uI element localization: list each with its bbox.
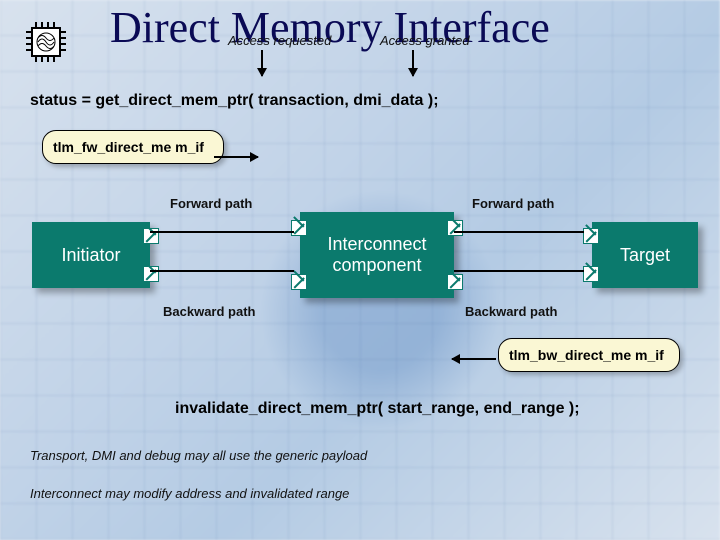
port-icon (447, 274, 463, 290)
line-fw-right (454, 231, 584, 233)
chip-icon (22, 18, 70, 66)
port-icon (447, 220, 463, 236)
arrow-down-granted (412, 50, 414, 76)
arrow-bw-callout (452, 358, 496, 360)
port-icon (583, 228, 599, 244)
port-icon (291, 274, 307, 290)
line-fw-left (150, 231, 294, 233)
node-target-label: Target (620, 245, 670, 266)
node-target: Target (592, 222, 698, 288)
node-interconnect: Interconnect component (300, 212, 454, 298)
port-icon (583, 266, 599, 282)
slide-content: Direct Memory Interface Access requested… (0, 0, 720, 540)
node-initiator: Initiator (32, 222, 150, 288)
arrow-fw-callout (214, 156, 258, 158)
code-status-line: status = get_direct_mem_ptr( transaction… (30, 92, 439, 110)
node-interconnect-line2: component (332, 255, 421, 276)
label-access-requested: Access requested (228, 33, 331, 48)
node-initiator-label: Initiator (61, 245, 120, 266)
node-interconnect-line1: Interconnect (327, 234, 426, 255)
port-icon (291, 220, 307, 236)
callout-bw-text: tlm_bw_direct_me m_if (509, 347, 664, 363)
note-interconnect: Interconnect may modify address and inva… (30, 486, 349, 501)
label-forward-left: Forward path (170, 196, 252, 211)
callout-tlm-bw: tlm_bw_direct_me m_if (498, 338, 680, 372)
callout-tlm-fw: tlm_fw_direct_me m_if (42, 130, 224, 164)
line-bw-left (150, 270, 294, 272)
line-bw-right (454, 270, 584, 272)
label-backward-left: Backward path (163, 304, 255, 319)
arrow-down-requested (261, 50, 263, 76)
port-icon (143, 266, 159, 282)
label-backward-right: Backward path (465, 304, 557, 319)
label-access-granted: Access granted (380, 33, 470, 48)
callout-fw-text: tlm_fw_direct_me m_if (53, 139, 204, 155)
label-forward-right: Forward path (472, 196, 554, 211)
code-invalidate-line: invalidate_direct_mem_ptr( start_range, … (175, 400, 580, 418)
note-transport: Transport, DMI and debug may all use the… (30, 448, 367, 463)
